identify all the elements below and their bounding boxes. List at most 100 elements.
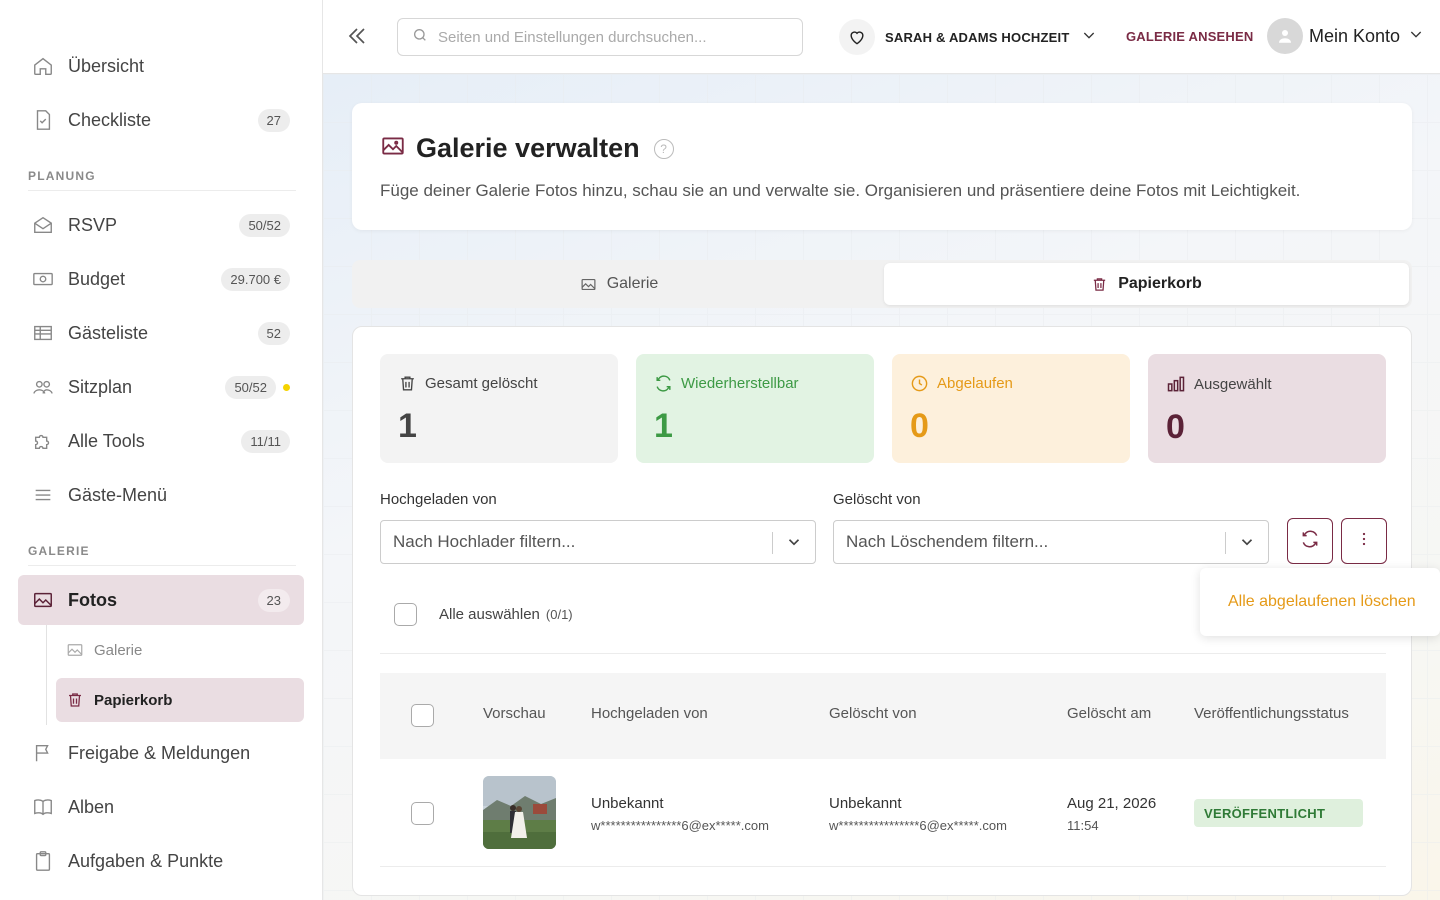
sidebar-subitem-papierkorb[interactable]: Papierkorb [56, 678, 304, 722]
heart-icon [839, 19, 875, 55]
table-row[interactable]: Unbekannt w****************6@ex*****.com… [380, 759, 1386, 867]
book-icon [32, 796, 54, 818]
trash-icon [1091, 276, 1108, 293]
money-icon [32, 268, 54, 290]
tab-papierkorb[interactable]: Papierkorb [884, 263, 1409, 305]
tab-label: Papierkorb [1118, 275, 1202, 292]
search-box [397, 18, 803, 56]
sidebar-item-label: Übersicht [68, 55, 145, 76]
stat-total-deleted: Gesamt gelöscht 1 [380, 354, 618, 463]
menu-item-delete-expired[interactable]: Alle abgelaufenen löschen [1228, 593, 1416, 611]
sidebar-subitem-label: Galerie [94, 641, 143, 659]
select-all-checkbox[interactable] [394, 603, 417, 626]
section-divider [28, 565, 296, 566]
image-icon [380, 133, 406, 164]
home-icon [32, 55, 54, 77]
more-options-menu: Alle abgelaufenen löschen [1200, 568, 1440, 636]
column-header-preview: Vorschau [483, 705, 546, 722]
column-header-deleted-at: Gelöscht am [1067, 705, 1152, 722]
event-selector[interactable]: SARAH & ADAMS HOCHZEIT [839, 19, 1097, 55]
sidebar-item-uebersicht[interactable]: Übersicht [18, 41, 304, 91]
page-title: Galerie verwalten [416, 133, 640, 163]
count-badge: 50/52 [239, 213, 290, 237]
select-all-count: (0/1) [545, 607, 573, 622]
clock-icon [910, 374, 929, 393]
page-header-card: Galerie verwalten ? Füge deiner Galerie … [352, 103, 1412, 230]
stat-value: 0 [910, 407, 929, 445]
sidebar-subitem-label: Papierkorb [94, 691, 173, 709]
deleted-date: Aug 21, 2026 [1067, 795, 1157, 812]
count-badge: 50/52 [225, 375, 276, 399]
sidebar-item-aufgaben[interactable]: Aufgaben & Punkte [18, 836, 304, 886]
header-checkbox[interactable] [411, 704, 434, 727]
tab-galerie[interactable]: Galerie [355, 263, 883, 305]
sidebar-item-alben[interactable]: Alben [18, 782, 304, 832]
section-divider [28, 190, 296, 191]
sidebar-item-label: Sitzplan [68, 376, 133, 397]
account-menu[interactable]: Mein Konto [1267, 18, 1424, 54]
stat-selected: Ausgewählt 0 [1148, 354, 1386, 463]
sidebar-item-label: RSVP [68, 214, 118, 235]
chevron-down-icon [785, 533, 803, 556]
select-all-label: Alle auswählen [439, 606, 540, 623]
sidebar-item-gaeste-menue[interactable]: Gäste-Menü [18, 470, 304, 520]
page-description: Füge deiner Galerie Fotos hinzu, schau s… [380, 181, 1301, 200]
more-options-button[interactable] [1341, 518, 1387, 564]
menu-icon [32, 484, 54, 506]
uploader-filter-select[interactable]: Nach Hochlader filtern... [380, 520, 816, 564]
trash-icon [66, 691, 84, 709]
sidebar-subitem-galerie[interactable]: Galerie [56, 628, 304, 672]
avatar [1267, 18, 1303, 54]
stat-value: 1 [398, 407, 417, 445]
people-icon [32, 376, 54, 398]
submenu-rail [46, 625, 47, 725]
refresh-icon [654, 374, 673, 393]
search-input[interactable] [438, 28, 778, 46]
deleter-filter-select[interactable]: Nach Löschendem filtern... [833, 520, 1269, 564]
stat-label: Gesamt gelöscht [425, 375, 538, 392]
image-icon [580, 276, 597, 293]
select-placeholder: Nach Hochlader filtern... [393, 532, 576, 551]
sidebar-item-label: Gäste-Menü [68, 484, 168, 505]
view-gallery-link[interactable]: GALERIE ANSEHEN [1126, 29, 1253, 44]
help-icon[interactable]: ? [653, 138, 674, 159]
sidebar-item-sitzplan[interactable]: Sitzplan 50/52 [18, 362, 304, 412]
stat-restorable: Wiederherstellbar 1 [636, 354, 874, 463]
collapse-sidebar-icon[interactable] [345, 24, 371, 50]
table-icon [32, 322, 54, 344]
select-separator [772, 532, 773, 554]
sidebar-item-rsvp[interactable]: RSVP 50/52 [18, 200, 304, 250]
column-header-status: Veröffentlichungsstatus [1194, 705, 1349, 722]
count-badge: 29.700 € [221, 267, 290, 291]
checklist-icon [32, 109, 54, 131]
sidebar-item-label: Fotos [68, 589, 117, 610]
stat-value: 1 [654, 407, 673, 445]
sidebar-item-label: Alben [68, 796, 115, 817]
sidebar-item-gaesteliste[interactable]: Gästeliste 52 [18, 308, 304, 358]
refresh-icon [1300, 529, 1320, 554]
envelope-icon [32, 214, 54, 236]
column-header-deleted-by: Gelöscht von [829, 705, 917, 722]
sidebar-item-budget[interactable]: Budget 29.700 € [18, 254, 304, 304]
clipboard-icon [32, 850, 54, 872]
row-checkbox[interactable] [411, 802, 434, 825]
chevron-down-icon [1408, 26, 1424, 47]
uploader-name: Unbekannt [591, 795, 664, 812]
photo-thumbnail[interactable] [483, 776, 556, 849]
stat-label: Wiederherstellbar [681, 375, 799, 392]
more-vertical-icon [1354, 529, 1374, 554]
sidebar-item-checkliste[interactable]: Checkliste 27 [18, 95, 304, 145]
column-header-uploaded-by: Hochgeladen von [591, 705, 708, 722]
refresh-button[interactable] [1287, 518, 1333, 564]
chevron-down-icon [1238, 533, 1256, 556]
count-badge: 52 [257, 321, 290, 345]
topbar: SARAH & ADAMS HOCHZEIT GALERIE ANSEHEN M… [323, 0, 1440, 74]
sidebar-item-alle-tools[interactable]: Alle Tools 11/11 [18, 416, 304, 466]
select-separator [1225, 532, 1226, 554]
sidebar: Übersicht Checkliste 27 PLANUNG RSVP 50/… [0, 0, 323, 900]
sidebar-item-fotos[interactable]: Fotos 23 [18, 575, 304, 625]
tab-label: Galerie [606, 275, 659, 292]
sidebar-item-label: Checkliste [68, 109, 152, 130]
table-header: Vorschau Hochgeladen von Gelöscht von Ge… [380, 673, 1386, 759]
sidebar-item-freigabe[interactable]: Freigabe & Meldungen [18, 728, 304, 778]
